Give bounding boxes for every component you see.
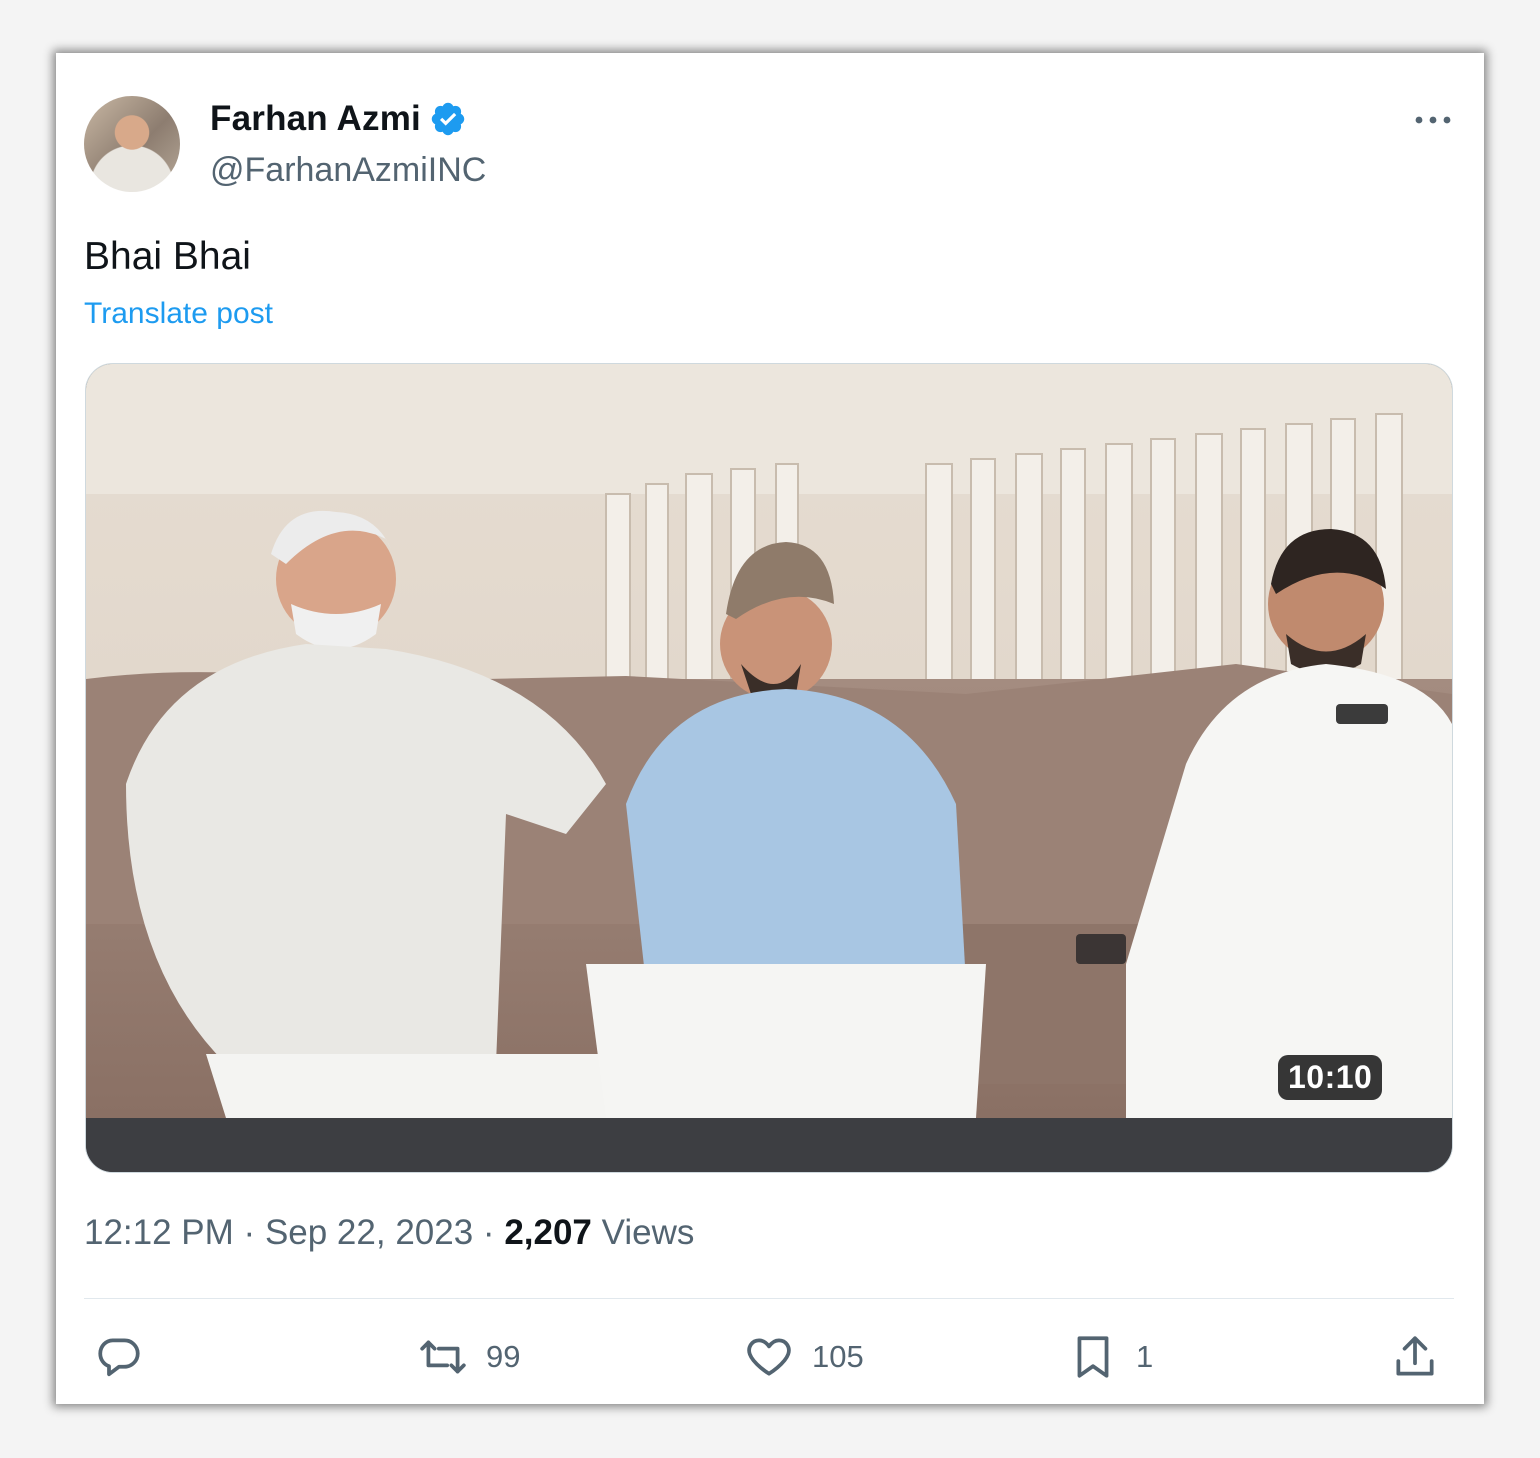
translate-link[interactable]: Translate post <box>84 297 273 331</box>
video-thumbnail <box>86 364 1452 1118</box>
share-button[interactable] <box>1390 1330 1440 1384</box>
reply-button[interactable] <box>94 1330 162 1384</box>
reply-icon <box>98 1338 140 1377</box>
verified-badge-icon <box>431 102 465 136</box>
avatar[interactable] <box>84 96 180 192</box>
like-button[interactable]: 105 <box>744 1330 864 1384</box>
bookmark-count: 1 <box>1136 1339 1154 1374</box>
author-name[interactable]: Farhan Azmi <box>210 99 421 139</box>
more-icon[interactable] <box>1413 105 1453 135</box>
post-date[interactable]: Sep 22, 2023 <box>265 1213 473 1252</box>
video-controls-bar[interactable] <box>86 1118 1452 1172</box>
post-meta: 12:12 PM · Sep 22, 2023 · 2,207 Views <box>84 1213 694 1253</box>
post-text: Bhai Bhai <box>84 235 251 278</box>
repost-icon <box>420 1340 466 1374</box>
bookmark-icon <box>1077 1336 1109 1378</box>
author-name-row: Farhan Azmi <box>210 99 467 139</box>
repost-count: 99 <box>486 1339 521 1374</box>
like-count: 105 <box>812 1339 864 1374</box>
share-icon <box>1396 1336 1434 1376</box>
bookmark-button[interactable]: 1 <box>1068 1330 1153 1384</box>
post-time[interactable]: 12:12 PM <box>84 1213 234 1252</box>
like-icon <box>747 1338 791 1376</box>
video-duration-badge: 10:10 <box>1278 1055 1383 1100</box>
divider <box>84 1298 1454 1299</box>
meta-separator: · <box>243 1213 256 1252</box>
repost-button[interactable]: 99 <box>418 1330 520 1384</box>
views-label: Views <box>601 1213 695 1252</box>
views-count: 2,207 <box>504 1213 592 1252</box>
post-card: Farhan Azmi @FarhanAzmiINC Bhai Bhai Tra… <box>56 53 1484 1404</box>
video-player[interactable] <box>85 363 1453 1173</box>
author-handle[interactable]: @FarhanAzmiINC <box>210 151 486 190</box>
meta-separator: · <box>482 1213 495 1252</box>
